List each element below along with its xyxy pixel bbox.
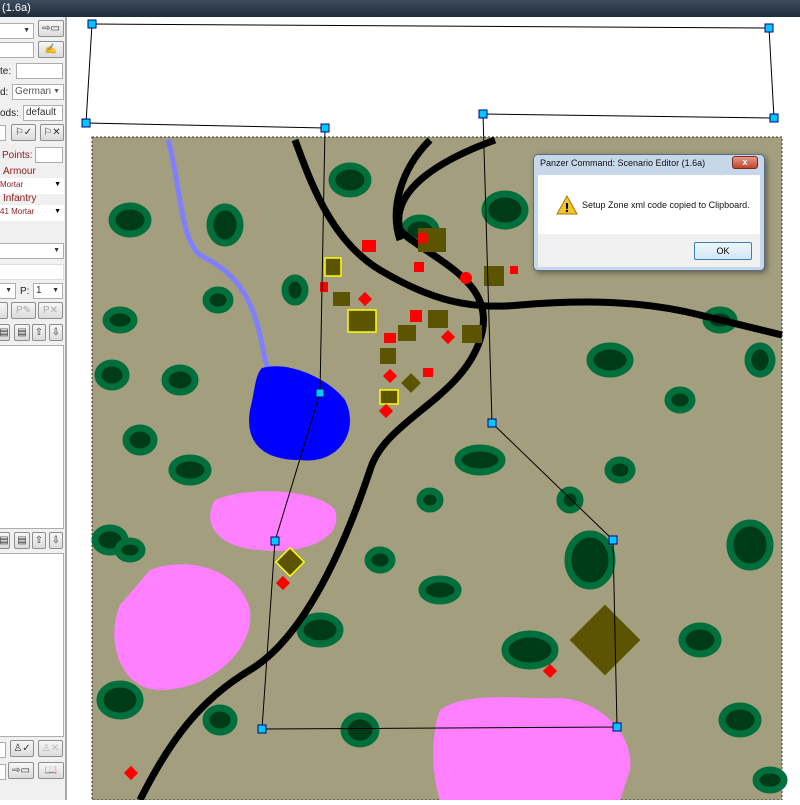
mods-label: ods: — [0, 108, 19, 119]
title-bar: (1.6a) — [0, 0, 800, 17]
help-book-button[interactable]: 📖 — [38, 762, 64, 779]
flag-accept-button[interactable]: ⚐✓ — [11, 124, 36, 141]
ok-button[interactable]: OK — [694, 242, 752, 260]
date-label: te: — [0, 66, 12, 77]
notes-button-2[interactable]: ▤ — [14, 532, 30, 549]
export-button[interactable]: ⇨▭ — [38, 20, 64, 37]
side-label: d: — [0, 87, 9, 98]
move-down-button-2[interactable]: ⇩ — [49, 532, 63, 549]
move-up-button[interactable]: ⇧ — [32, 324, 46, 341]
leader-select[interactable] — [0, 742, 6, 758]
dialog-body: ! Setup Zone xml code copied to Clipboar… — [538, 175, 760, 267]
sign-button[interactable]: ✍ — [38, 41, 64, 58]
pink-area-3 — [433, 697, 631, 800]
mods-value: default — [26, 107, 57, 118]
infantry-value: 41 Mortar — [0, 207, 35, 216]
export-xml-button[interactable]: ⇨▭ — [8, 762, 34, 779]
points-field[interactable] — [35, 147, 63, 163]
p-add-button[interactable] — [0, 302, 8, 319]
window-title: (1.6a) — [2, 2, 31, 14]
side-select[interactable]: German ▼ — [12, 84, 64, 100]
map-view[interactable] — [68, 17, 800, 802]
p-value: 1 — [36, 285, 42, 296]
armour-value: Mortar — [0, 180, 24, 189]
unit-list[interactable] — [0, 345, 64, 529]
svg-text:!: ! — [564, 201, 569, 215]
infantry-label: Infantry — [3, 193, 37, 204]
dialog-footer: OK — [538, 234, 760, 267]
unit-name-field[interactable] — [0, 264, 64, 280]
list-icon-button-2[interactable]: ▤ — [0, 532, 10, 549]
p-edit-button[interactable]: P✎ — [11, 302, 36, 319]
side-value: German — [15, 86, 52, 97]
armour-label: Armour — [3, 166, 36, 177]
date-field[interactable] — [16, 63, 63, 79]
p-label: P: — [20, 286, 30, 297]
leader-delete-button[interactable]: ♙✕ — [38, 740, 63, 757]
name-field[interactable] — [0, 42, 34, 58]
mods-field[interactable]: default — [23, 105, 63, 121]
notes-button[interactable]: ▤ — [14, 324, 30, 341]
dialog-close-button[interactable]: x — [732, 156, 758, 169]
list-icon-button[interactable]: ▤ — [0, 324, 10, 341]
move-up-button-2[interactable]: ⇧ — [32, 532, 46, 549]
left-panel: ▼ ⇨▭ ✍ te: d: German ▼ ods: default ⚐✓ ⚐✕… — [0, 17, 67, 800]
dialog-message: Setup Zone xml code copied to Clipboard. — [582, 200, 750, 210]
dialog-title: Panzer Command: Scenario Editor (1.6a) — [540, 158, 706, 168]
platoon-select[interactable]: ▼ — [0, 283, 16, 299]
file-field[interactable] — [0, 764, 6, 780]
scenario-select[interactable]: ▼ — [0, 23, 34, 39]
scenario-map[interactable] — [68, 17, 800, 802]
objective-list[interactable] — [0, 553, 64, 737]
armour-select[interactable]: Mortar ▼ — [0, 178, 64, 194]
unit-select[interactable]: ▼ — [0, 243, 64, 259]
p-delete-button[interactable]: P✕ — [38, 302, 63, 319]
message-dialog: Panzer Command: Scenario Editor (1.6a) x… — [533, 154, 765, 271]
leader-accept-button[interactable]: ♙✓ — [10, 740, 34, 757]
flag-field[interactable] — [0, 125, 6, 141]
move-down-button[interactable]: ⇩ — [49, 324, 63, 341]
flag-delete-button[interactable]: ⚐✕ — [40, 124, 64, 141]
infantry-select[interactable]: 41 Mortar ▼ — [0, 205, 64, 221]
p-select[interactable]: 1 ▼ — [33, 283, 63, 299]
warning-icon: ! — [556, 195, 578, 215]
points-label: Points: — [2, 150, 33, 161]
